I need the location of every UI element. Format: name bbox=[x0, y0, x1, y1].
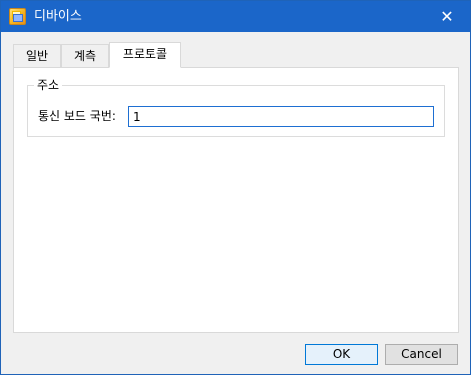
protocol-tab-panel: 주소 통신 보드 국번: bbox=[13, 67, 459, 333]
device-settings-icon bbox=[9, 8, 26, 25]
address-group-legend: 주소 bbox=[34, 77, 63, 93]
address-groupbox: 주소 통신 보드 국번: bbox=[27, 77, 445, 137]
tab-protocol[interactable]: 프로토콜 bbox=[109, 42, 181, 68]
board-number-label: 통신 보드 국번: bbox=[38, 109, 116, 123]
tab-measurement[interactable]: 계측 bbox=[61, 44, 109, 67]
close-button[interactable]: ✕ bbox=[424, 1, 470, 32]
ok-button[interactable]: OK bbox=[305, 344, 378, 365]
board-number-input[interactable] bbox=[128, 106, 434, 127]
close-icon: ✕ bbox=[440, 6, 454, 26]
title-bar[interactable]: 디바이스 ✕ bbox=[1, 1, 470, 32]
cancel-button[interactable]: Cancel bbox=[385, 344, 458, 365]
tab-general[interactable]: 일반 bbox=[13, 44, 61, 67]
device-dialog: 디바이스 ✕ 일반 계측 프로토콜 주소 통신 보드 국번: OK Cancel bbox=[0, 0, 471, 375]
window-title: 디바이스 bbox=[34, 9, 82, 24]
